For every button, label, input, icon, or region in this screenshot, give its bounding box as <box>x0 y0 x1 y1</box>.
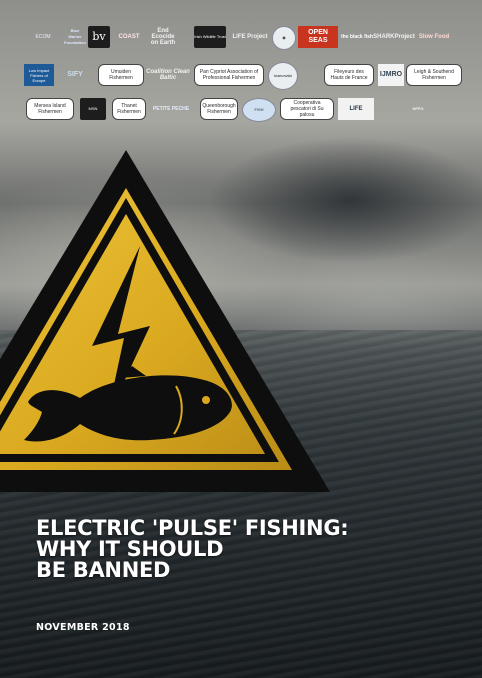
logo-life-2: LIFE <box>338 98 374 120</box>
logo-open-seas: OPEN SEAS <box>298 26 338 48</box>
logo-fish: FISH <box>242 98 276 122</box>
title-line-1: ELECTRIC 'PULSE' FISHING: <box>36 516 349 540</box>
logo-coast: COAST <box>118 34 140 40</box>
report-title: ELECTRIC 'PULSE' FISHING: WHY IT SHOULD … <box>36 518 456 581</box>
logo-iwanowski: Iwanowski <box>268 62 298 90</box>
logo-ecom: ECOM <box>35 34 51 40</box>
title-line-2: WHY IT SHOULD <box>36 537 224 561</box>
logo-sify: SIFY <box>67 71 83 78</box>
logo-irish-wildlife: Irish Wildlife Trust <box>194 26 226 48</box>
logo-cooperativa: Cooperativa pescatori di Su palosu <box>280 98 334 120</box>
logo-thanet: Thanet Fishermen <box>112 98 146 120</box>
logo-umuiden: Umuiden Fishermen <box>98 64 144 86</box>
logo-clean-baltic: Coalition Clean Baltic <box>146 69 190 81</box>
logo-nffo: NFFO <box>412 106 424 111</box>
logo-bv: bv <box>88 26 110 48</box>
title-line-3: BE BANNED <box>36 558 171 582</box>
logo-black-fish: the black fish <box>341 34 373 40</box>
logo-blue-marine: Blue Marine Foundation <box>64 28 86 45</box>
logo-row-1: ECOM Blue Marine Foundation bv COAST End… <box>24 26 464 50</box>
logo-row-3: Mersea Island Fishermen MSN Thanet Fishe… <box>24 98 464 122</box>
logo-pan-cypriot: Pan Cypriot Association of Professional … <box>194 64 264 86</box>
logo-seal: ◉ <box>272 26 296 50</box>
logo-petite-peche: PETITE PECHE <box>152 106 190 112</box>
logo-mersea-island: Mersea Island Fishermen <box>26 98 74 120</box>
electric-hazard-sign <box>0 150 330 492</box>
logo-leigh-southend: Leigh & Southend Fishermen <box>406 64 462 86</box>
logo-slow-food: Slow Food <box>418 34 450 40</box>
publication-date: NOVEMBER 2018 <box>36 622 130 633</box>
logo-life: Low Impact Fishers of Europe <box>24 64 54 86</box>
logo-sharkproject: SHARKProject <box>373 34 415 40</box>
logo-msn: MSN <box>80 98 106 120</box>
logo-row-2: Low Impact Fishers of Europe SIFY Umuide… <box>24 62 464 90</box>
logo-end-ecocide: End Ecocide on Earth <box>150 28 176 46</box>
logo-ijmro: IJMRO <box>378 64 404 86</box>
logo-queenborough: Queenborough Fishermen <box>200 98 238 120</box>
report-cover: ECOM Blue Marine Foundation bv COAST End… <box>0 0 482 678</box>
logo-life-project: LIFE Project <box>232 34 268 40</box>
logo-fileyeurs: Fileyeurs des Hauts de France <box>324 64 374 86</box>
